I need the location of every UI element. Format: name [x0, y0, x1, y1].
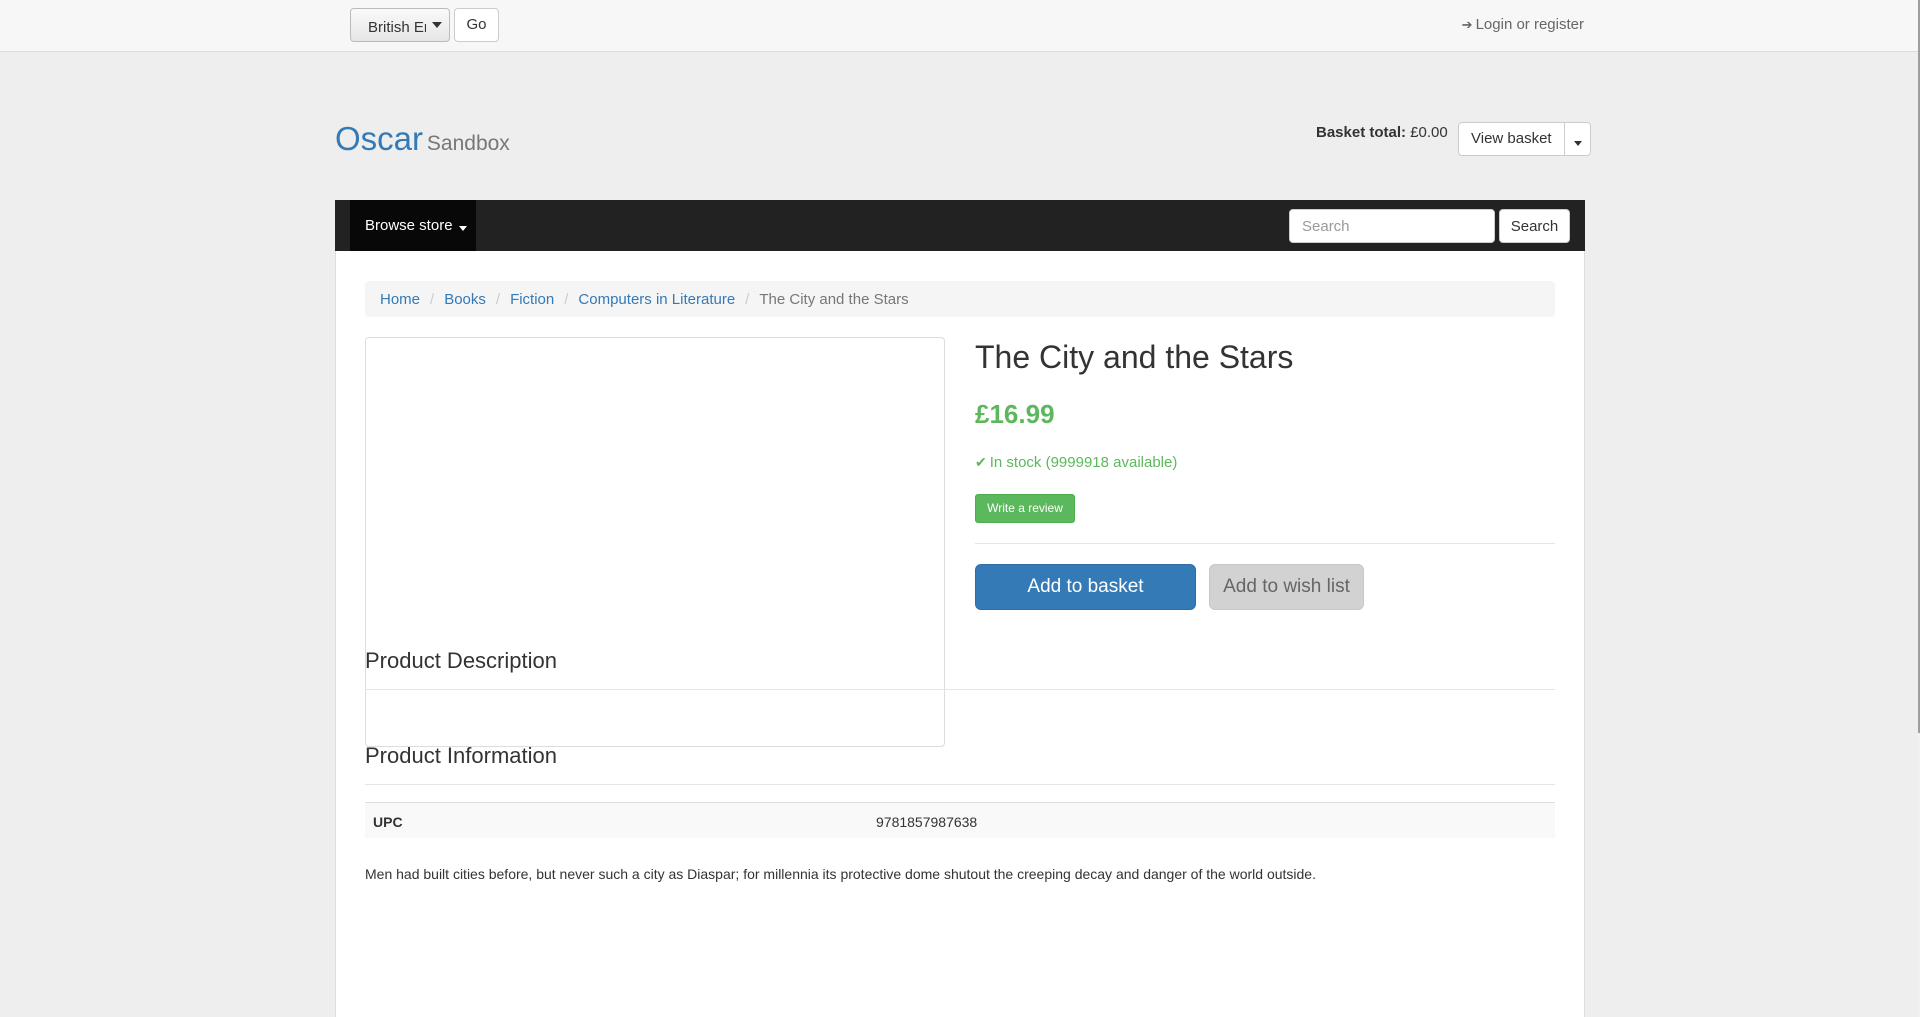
basket-total: Basket total: £0.00 — [1316, 124, 1448, 141]
basket-dropdown-toggle[interactable] — [1565, 123, 1590, 155]
go-button[interactable]: Go — [454, 8, 499, 42]
page-content: Home / Books / Fiction / Computers in Li… — [335, 251, 1585, 1017]
divider — [975, 543, 1555, 544]
brand-logo[interactable]: Oscar Sandbox — [335, 120, 510, 158]
caret-down-icon — [458, 225, 467, 231]
product-description-heading: Product Description — [365, 648, 557, 673]
language-select-value: British English — [368, 19, 426, 36]
info-value-upc: 9781857987638 — [876, 814, 978, 830]
info-label-upc: UPC — [373, 814, 403, 830]
brand-subtitle: Sandbox — [426, 132, 510, 155]
sign-in-icon: ➔ — [1461, 17, 1473, 32]
stock-status-text: In stock (9999918 available) — [989, 454, 1178, 471]
browse-store-label: Browse store — [365, 217, 453, 234]
search-input[interactable] — [1289, 209, 1495, 243]
view-basket-group: View basket — [1458, 122, 1591, 156]
login-register-link[interactable]: ➔ Login or register — [1462, 16, 1584, 33]
check-icon: ✔ — [975, 454, 987, 470]
view-basket-button[interactable]: View basket — [1459, 123, 1565, 155]
product-information-heading: Product Information — [365, 743, 557, 768]
chevron-down-icon — [424, 9, 449, 41]
breadcrumb-separator: / — [495, 290, 501, 308]
breadcrumb: Home / Books / Fiction / Computers in Li… — [365, 281, 1555, 317]
breadcrumb-separator: / — [564, 290, 569, 308]
product-description-text: Men had built cities before, but never s… — [365, 866, 1316, 882]
breadcrumb-fiction[interactable]: Fiction — [510, 291, 554, 308]
language-select[interactable]: British English — [350, 8, 450, 42]
basket-total-value: £0.00 — [1410, 124, 1448, 141]
write-review-button[interactable]: Write a review — [975, 494, 1075, 523]
main-navbar: Browse store Search — [335, 200, 1585, 251]
search-button[interactable]: Search — [1499, 209, 1570, 243]
divider — [365, 689, 1555, 690]
basket-total-label: Basket total: — [1316, 124, 1407, 141]
breadcrumb-books[interactable]: Books — [444, 291, 486, 308]
product-image[interactable] — [365, 337, 945, 747]
breadcrumb-separator: / — [745, 290, 750, 308]
stock-status: ✔ In stock (9999918 available) — [975, 454, 1177, 471]
breadcrumb-home[interactable]: Home — [380, 291, 420, 308]
brand-name: Oscar — [335, 120, 424, 157]
add-to-basket-button[interactable]: Add to basket — [975, 564, 1196, 610]
table-row: UPC 9781857987638 — [365, 802, 1555, 838]
breadcrumb-separator: / — [430, 290, 435, 308]
divider — [365, 784, 1555, 785]
product-price: £16.99 — [975, 399, 1055, 429]
login-register-label: Login or register — [1475, 16, 1584, 33]
top-bar: British English Go ➔Login or register — [0, 0, 1918, 52]
breadcrumb-current: The City and the Stars — [759, 290, 909, 308]
browse-store-dropdown[interactable]: Browse store — [350, 200, 476, 251]
breadcrumb-computers-in-literature[interactable]: Computers in Literature — [578, 291, 735, 308]
product-title: The City and the Stars — [975, 339, 1294, 375]
add-to-wishlist-button[interactable]: Add to wish list — [1209, 564, 1364, 610]
